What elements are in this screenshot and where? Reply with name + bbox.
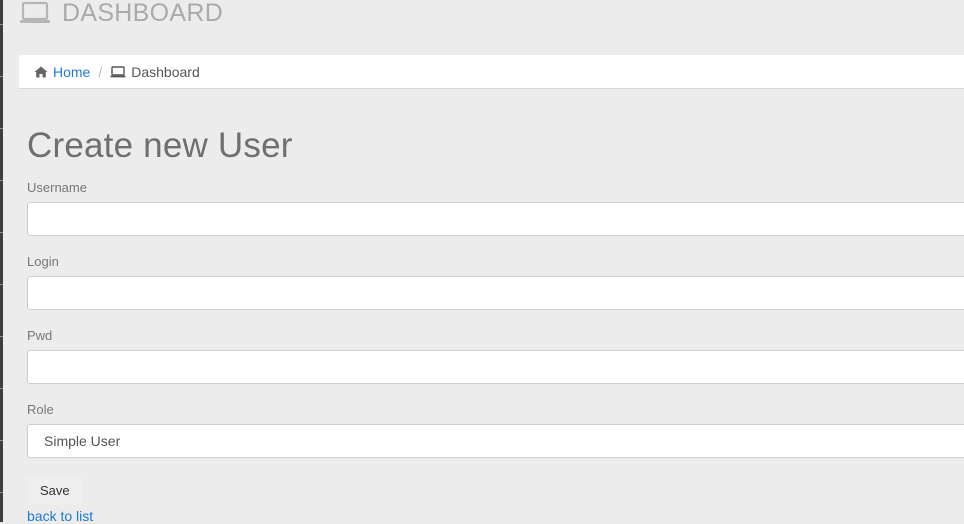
home-icon	[34, 66, 48, 77]
pwd-label: Pwd	[27, 328, 53, 343]
page-header: DASHBOARD	[19, 0, 223, 30]
sidebar-divider	[0, 180, 3, 181]
role-label: Role	[27, 402, 54, 417]
username-input[interactable]	[27, 202, 964, 236]
sidebar-divider	[0, 284, 3, 285]
laptop-icon	[110, 65, 126, 77]
breadcrumb-current-label: Dashboard	[131, 63, 200, 80]
sidebar-edge	[0, 0, 3, 522]
sidebar-divider	[0, 76, 3, 77]
username-label: Username	[27, 180, 87, 195]
role-select[interactable]: Simple User	[27, 424, 964, 458]
sidebar-divider	[0, 24, 3, 25]
save-button[interactable]: Save	[28, 477, 82, 503]
login-input[interactable]	[27, 276, 964, 310]
breadcrumb-separator: /	[98, 63, 103, 80]
breadcrumb-home-link[interactable]: Home	[34, 64, 90, 80]
breadcrumb-current: Dashboard	[110, 64, 200, 80]
laptop-icon	[20, 1, 50, 23]
role-selected-value: Simple User	[44, 433, 121, 449]
login-label: Login	[27, 254, 59, 269]
sidebar-divider	[0, 440, 3, 441]
sidebar-divider	[0, 232, 3, 233]
pwd-input[interactable]	[27, 350, 964, 384]
sidebar-divider	[0, 492, 3, 493]
sidebar-divider	[0, 128, 3, 129]
sidebar-divider	[0, 388, 3, 389]
sidebar-divider	[0, 336, 3, 337]
breadcrumb: Home / Dashboard	[19, 55, 964, 89]
form-title: Create new User	[27, 126, 293, 165]
breadcrumb-home-label: Home	[53, 63, 91, 80]
page-header-title: DASHBOARD	[62, 0, 224, 27]
